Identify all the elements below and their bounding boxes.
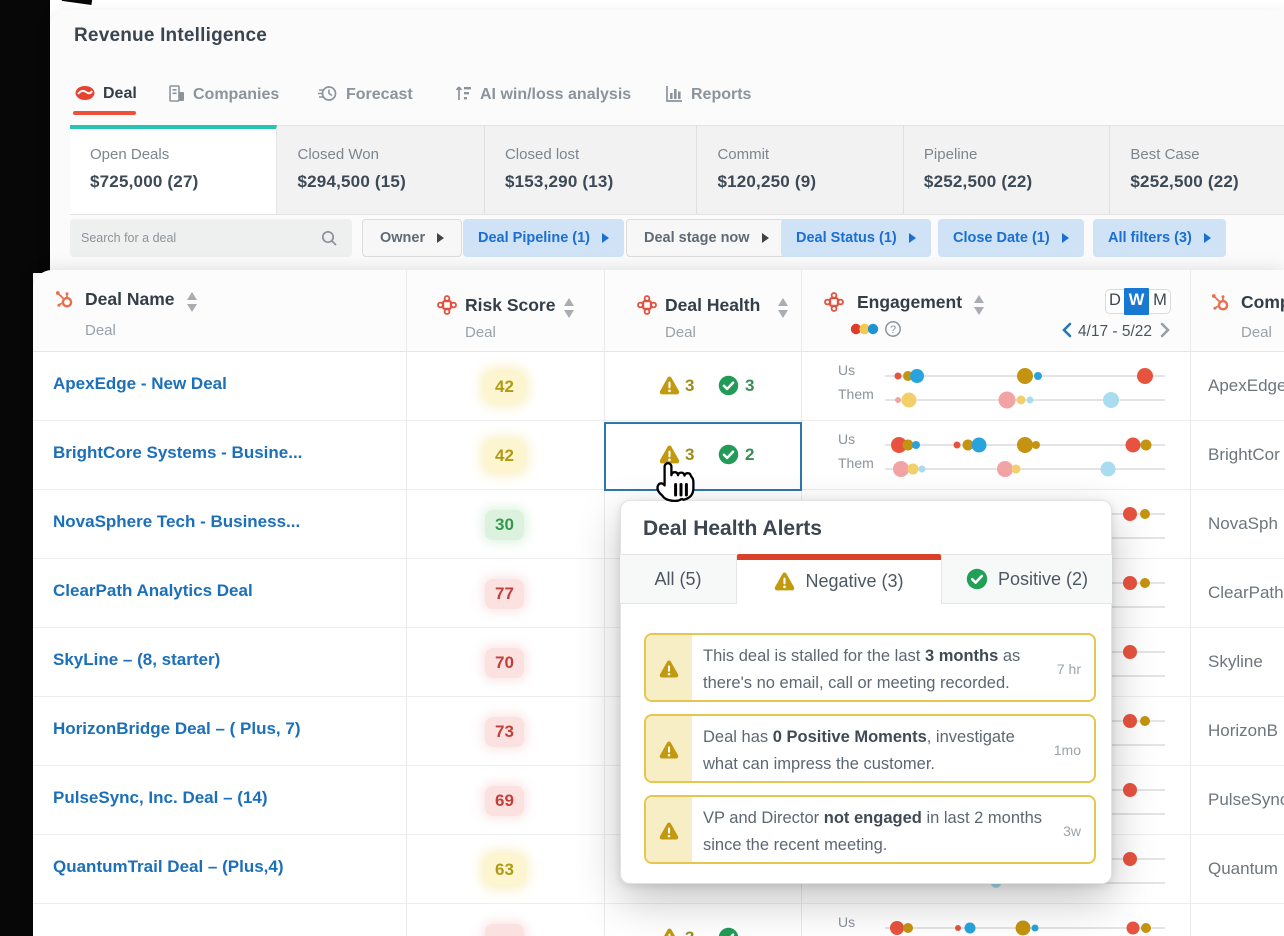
svg-text:?: ? (890, 324, 896, 336)
